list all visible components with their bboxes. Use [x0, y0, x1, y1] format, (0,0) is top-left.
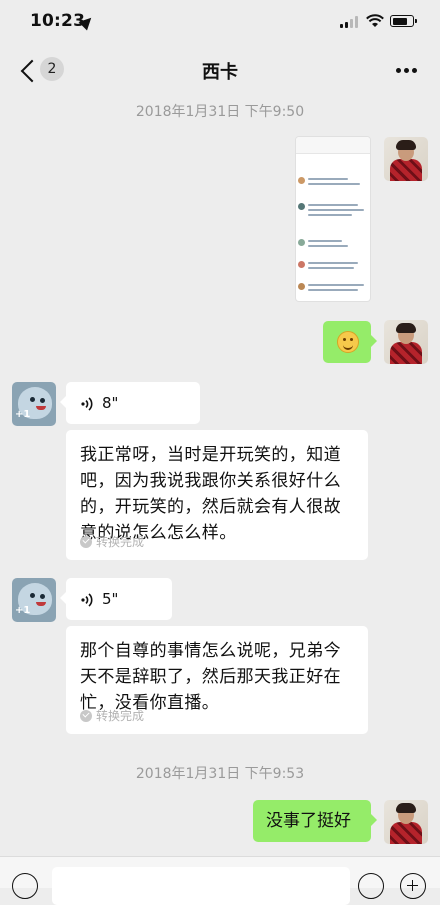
chat-header: 2 西卡	[0, 46, 440, 96]
voice-duration: 5"	[102, 590, 119, 608]
my-avatar[interactable]	[384, 320, 428, 364]
message-timestamp: 2018年1月31日 下午9:50	[135, 104, 305, 120]
contact-avatar[interactable]: +1	[12, 578, 56, 622]
voice-transcript[interactable]: 那个自尊的事情怎么说呢，兄弟今天不是辞职了，然后那天我正好在忙，没看你直播。 转…	[66, 626, 368, 734]
voice-wave-icon	[81, 397, 93, 411]
image-text-line	[308, 204, 358, 206]
image-text-line	[308, 284, 364, 286]
image-text-line	[308, 178, 348, 180]
plus-icon[interactable]	[400, 873, 426, 899]
voice-transcript[interactable]: 我正常呀，当时是开玩笑的，知道吧，因为我说我跟你关系很好什么的，开玩笑的，然后就…	[66, 430, 368, 560]
voice-duration: 8"	[102, 394, 119, 412]
image-message[interactable]	[296, 137, 370, 301]
check-circle-icon	[80, 709, 92, 722]
my-avatar[interactable]	[384, 800, 428, 844]
transcript-status: 转换完成	[80, 533, 144, 550]
transcript-status-label: 转换完成	[96, 709, 145, 723]
image-text-line	[308, 267, 354, 269]
image-text-line	[308, 240, 342, 242]
cellular-signal-icon	[340, 16, 360, 28]
voice-wave-icon	[81, 593, 93, 607]
more-dots-icon[interactable]	[396, 68, 418, 74]
image-text-line	[308, 214, 352, 216]
image-avatar-dot	[298, 203, 305, 210]
check-circle-icon	[80, 535, 92, 548]
transcript-text: 我正常呀，当时是开玩笑的，知道吧，因为我说我跟你关系很好什么的，开玩笑的，然后就…	[80, 445, 341, 543]
message-input[interactable]	[52, 867, 350, 905]
image-text-line	[308, 289, 358, 291]
battery-icon	[390, 15, 417, 27]
image-text-line	[308, 262, 358, 264]
transcript-status: 转换完成	[80, 707, 144, 724]
image-avatar-dot	[298, 261, 305, 268]
wifi-icon	[366, 14, 384, 27]
battery-level	[392, 17, 407, 25]
text-message-bubble[interactable]: 没事了挺好	[253, 800, 377, 842]
voice-message-bubble[interactable]: 5"	[60, 578, 172, 620]
voice-mode-icon[interactable]	[12, 873, 38, 899]
emoji-icon[interactable]	[358, 873, 384, 899]
smiling-face-icon	[337, 331, 359, 353]
input-bar	[0, 856, 440, 905]
voice-message-bubble[interactable]: 8"	[60, 382, 200, 424]
contact-avatar[interactable]: +1	[12, 382, 56, 426]
chat-title: 西卡	[202, 62, 238, 83]
image-text-line	[308, 183, 360, 185]
message-text: 没事了挺好	[266, 811, 351, 831]
message-timestamp: 2018年1月31日 下午9:53	[135, 766, 305, 782]
transcript-text: 那个自尊的事情怎么说呢，兄弟今天不是辞职了，然后那天我正好在忙，没看你直播。	[80, 641, 341, 713]
image-avatar-dot	[298, 239, 305, 246]
image-header	[296, 137, 370, 154]
image-avatar-dot	[298, 283, 305, 290]
image-text-line	[308, 245, 348, 247]
status-time: 10:23	[30, 11, 86, 31]
image-avatar-dot	[298, 177, 305, 184]
my-avatar[interactable]	[384, 137, 428, 181]
status-bar: 10:23	[0, 0, 440, 46]
transcript-status-label: 转换完成	[96, 535, 145, 549]
image-text-line	[308, 209, 364, 211]
sticker-message-bubble[interactable]	[323, 321, 377, 363]
